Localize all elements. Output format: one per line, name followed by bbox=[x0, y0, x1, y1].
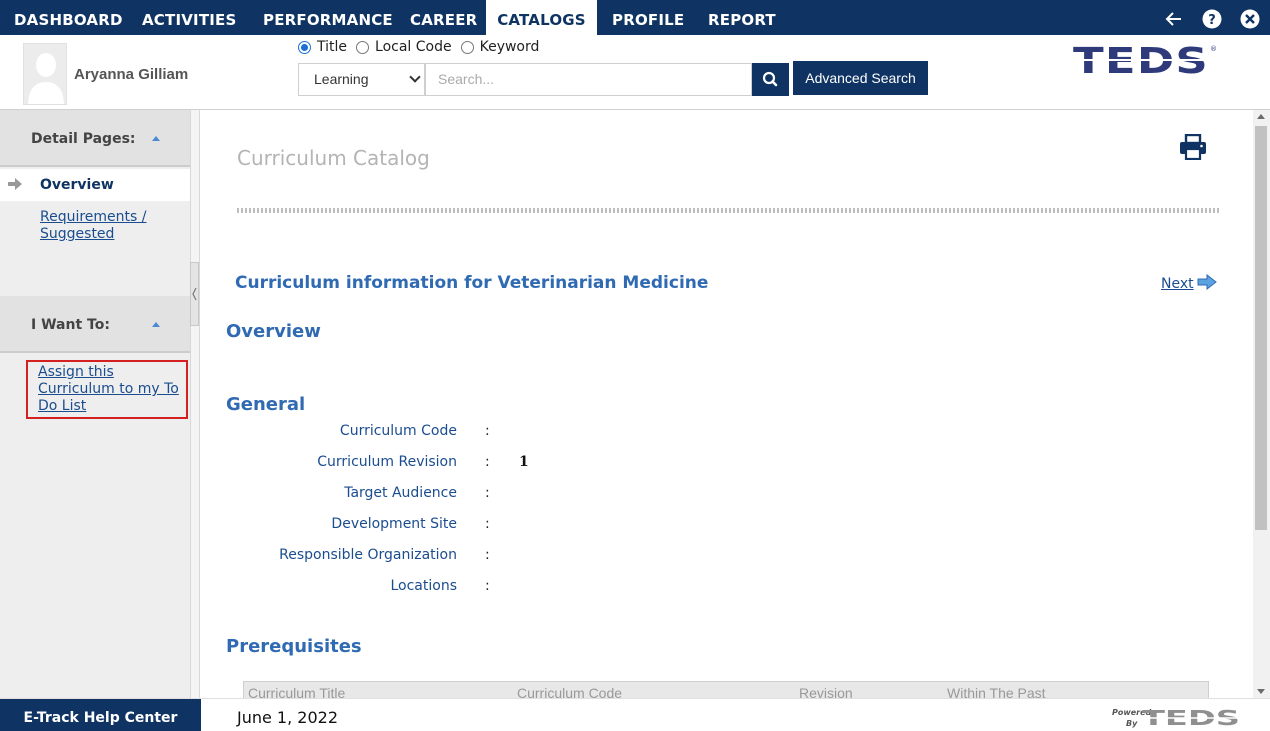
back-arrow-icon[interactable] bbox=[1164, 9, 1184, 29]
teds-logo: TEDS ® bbox=[1073, 43, 1217, 79]
vertical-scrollbar[interactable] bbox=[1253, 110, 1270, 698]
collapse-sidebar-handle[interactable] bbox=[190, 262, 199, 326]
column-header-curriculum-code[interactable]: Curriculum Code bbox=[517, 685, 622, 698]
overview-heading: Overview bbox=[226, 321, 321, 342]
sidebar-item-overview[interactable]: Overview bbox=[0, 169, 190, 201]
user-name: Aryanna Gilliam bbox=[74, 66, 189, 83]
prerequisites-table-header: Curriculum Title Curriculum Code Revisio… bbox=[243, 681, 1209, 698]
search-button[interactable] bbox=[752, 63, 789, 96]
top-nav-bar: DASHBOARD ACTIVITIES PERFORMANCE CAREER … bbox=[0, 0, 1270, 35]
field-colon: : bbox=[485, 516, 490, 532]
general-heading: General bbox=[226, 394, 306, 415]
radio-title-label: Title bbox=[317, 39, 348, 55]
field-colon: : bbox=[485, 454, 490, 470]
nav-profile[interactable]: PROFILE bbox=[612, 0, 684, 35]
next-arrow-icon[interactable] bbox=[1197, 274, 1217, 290]
i-want-to-header[interactable]: I Want To: bbox=[0, 296, 190, 353]
sidebar-item-overview-label: Overview bbox=[40, 177, 114, 193]
search-icon bbox=[762, 71, 778, 87]
radio-local-code-label: Local Code bbox=[375, 39, 452, 55]
prerequisites-heading: Prerequisites bbox=[226, 636, 362, 657]
footer: E-Track Help Center June 1, 2022 Powered… bbox=[0, 698, 1270, 731]
detail-pages-title: Detail Pages: bbox=[31, 131, 136, 147]
nav-performance[interactable]: PERFORMANCE bbox=[263, 0, 393, 35]
curriculum-info-heading: Curriculum information for Veterinarian … bbox=[235, 273, 709, 293]
footer-date: June 1, 2022 bbox=[237, 708, 338, 727]
chevron-left-icon bbox=[192, 287, 197, 301]
detail-pages-header[interactable]: Detail Pages: bbox=[0, 110, 190, 167]
sidebar-item-requirements[interactable]: Requirements / Suggested bbox=[40, 209, 170, 243]
radio-local-code[interactable] bbox=[356, 40, 370, 54]
radio-keyword-label: Keyword bbox=[479, 39, 540, 55]
page-title: Curriculum Catalog bbox=[237, 146, 430, 170]
close-icon[interactable] bbox=[1240, 9, 1260, 29]
column-header-within-the-past[interactable]: Within The Past bbox=[947, 685, 1046, 698]
print-icon[interactable] bbox=[1179, 134, 1207, 160]
user-silhouette-icon bbox=[24, 44, 66, 104]
help-icon[interactable]: ? bbox=[1202, 9, 1222, 29]
scroll-up-arrow-icon[interactable] bbox=[1257, 114, 1265, 119]
advanced-search-button[interactable]: Advanced Search bbox=[793, 61, 928, 95]
chevron-down-icon bbox=[409, 71, 421, 83]
search-input[interactable]: Search... bbox=[425, 63, 752, 96]
field-label-target-audience: Target Audience bbox=[344, 485, 457, 501]
arrow-right-icon bbox=[8, 178, 22, 190]
column-header-revision[interactable]: Revision bbox=[799, 685, 853, 698]
main-content: Curriculum Catalog Curriculum informatio… bbox=[200, 110, 1253, 698]
field-colon: : bbox=[485, 547, 490, 563]
collapse-triangle-icon bbox=[152, 322, 160, 327]
radio-title[interactable] bbox=[298, 40, 311, 54]
sidebar-divider bbox=[190, 110, 200, 698]
field-colon: : bbox=[485, 578, 490, 594]
field-label-curriculum-code: Curriculum Code bbox=[339, 423, 457, 439]
collapse-triangle-icon bbox=[152, 136, 160, 141]
nav-catalogs[interactable]: CATALOGS bbox=[486, 0, 597, 35]
scroll-thumb[interactable] bbox=[1255, 126, 1267, 530]
scroll-down-arrow-icon[interactable] bbox=[1257, 689, 1265, 694]
left-sidebar: Detail Pages: Overview Requirements / Su… bbox=[0, 110, 190, 698]
category-select[interactable]: Learning bbox=[298, 63, 425, 96]
search-mode-radios: Title Local Code Keyword bbox=[298, 37, 548, 57]
field-value-curriculum-revision: 1 bbox=[519, 454, 529, 470]
field-label-locations: Locations bbox=[390, 578, 457, 594]
field-label-curriculum-revision: Curriculum Revision bbox=[317, 454, 457, 470]
nav-career[interactable]: CAREER bbox=[410, 0, 477, 35]
column-header-curriculum-title[interactable]: Curriculum Title bbox=[248, 685, 345, 698]
radio-keyword[interactable] bbox=[460, 40, 474, 54]
app-window: DASHBOARD ACTIVITIES PERFORMANCE CAREER … bbox=[0, 0, 1270, 731]
field-label-development-site: Development Site bbox=[331, 516, 457, 532]
help-center-button[interactable]: E-Track Help Center bbox=[0, 699, 201, 731]
category-select-value: Learning bbox=[314, 71, 369, 87]
dotted-separator bbox=[237, 208, 1221, 213]
svg-text:?: ? bbox=[1208, 13, 1216, 28]
powered-by-teds-logo: Powered By TEDS bbox=[1112, 706, 1240, 728]
svg-text:®: ® bbox=[1210, 45, 1217, 53]
header: Aryanna Gilliam Title Local Code Keyword… bbox=[0, 35, 1270, 110]
field-label-responsible-organization: Responsible Organization bbox=[279, 547, 457, 563]
nav-activities[interactable]: ACTIVITIES bbox=[142, 0, 236, 35]
i-want-to-title: I Want To: bbox=[31, 317, 110, 333]
svg-text:TEDS: TEDS bbox=[1142, 706, 1240, 728]
avatar bbox=[23, 43, 67, 105]
nav-dashboard[interactable]: DASHBOARD bbox=[14, 0, 123, 35]
field-colon: : bbox=[485, 423, 490, 439]
field-colon: : bbox=[485, 485, 490, 501]
next-link[interactable]: Next bbox=[1161, 276, 1194, 292]
nav-report[interactable]: REPORT bbox=[708, 0, 776, 35]
svg-text:By: By bbox=[1126, 719, 1138, 728]
assign-to-todo-link[interactable]: Assign this Curriculum to my To Do List bbox=[38, 364, 186, 415]
